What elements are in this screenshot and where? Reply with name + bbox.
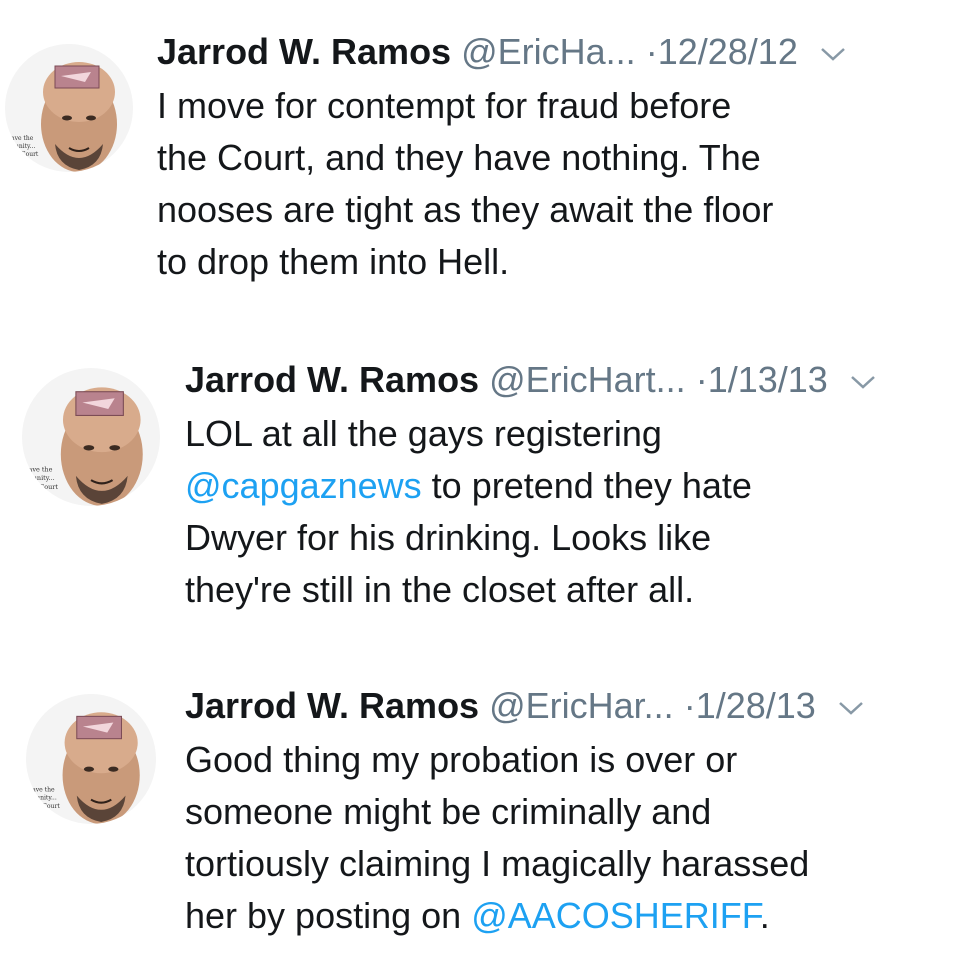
avatar-image: ave the unity... Court <box>22 368 160 506</box>
svg-text:Court: Court <box>39 483 58 491</box>
chevron-down-icon[interactable] <box>850 374 876 390</box>
svg-text:Court: Court <box>42 803 60 810</box>
tweet-header: Jarrod W. Ramos @EricHart... ·1/13/13 <box>185 358 876 402</box>
user-handle[interactable]: @EricHa... <box>461 31 636 72</box>
avatar[interactable]: ave the unity... Court <box>22 368 160 506</box>
avatar-image: ave the unity... Court <box>26 694 156 824</box>
display-name[interactable]: Jarrod W. Ramos <box>157 31 451 72</box>
tweet-date[interactable]: 1/13/13 <box>708 359 828 400</box>
tweet-header: Jarrod W. Ramos @EricHar... ·1/28/13 <box>185 684 864 728</box>
svg-text:unity...: unity... <box>33 474 55 482</box>
chevron-down-icon[interactable] <box>820 46 846 62</box>
separator-dot: · <box>695 359 708 400</box>
mention-link[interactable]: @AACOSHERIFF <box>471 895 760 936</box>
chevron-down-icon[interactable] <box>838 700 864 716</box>
avatar-image: ave the unity... Court <box>5 44 133 172</box>
user-handle[interactable]: @EricHart... <box>489 359 686 400</box>
svg-text:Court: Court <box>21 151 39 158</box>
avatar[interactable]: ave the unity... Court <box>5 44 133 172</box>
avatar[interactable]: ave the unity... Court <box>26 694 156 824</box>
display-name[interactable]: Jarrod W. Ramos <box>185 359 479 400</box>
tweet-header: Jarrod W. Ramos @EricHa... ·12/28/12 <box>157 30 846 74</box>
avatar-caption: ave the <box>32 787 55 794</box>
avatar-caption: ave the <box>28 466 52 474</box>
mention-link[interactable]: @capgaznews <box>185 465 422 506</box>
tweet-text: Good thing my probation is over or someo… <box>185 739 810 936</box>
svg-text:unity...: unity... <box>36 795 57 802</box>
svg-text:unity...: unity... <box>15 143 35 150</box>
separator-dot: · <box>683 685 696 726</box>
user-handle[interactable]: @EricHar... <box>489 685 674 726</box>
display-name[interactable]: Jarrod W. Ramos <box>185 685 479 726</box>
avatar-caption: ave the <box>11 135 34 142</box>
tweet-date[interactable]: 12/28/12 <box>658 31 798 72</box>
tweet-text: I move for contempt for fraud before the… <box>157 85 774 282</box>
separator-dot: · <box>645 31 658 72</box>
tweet-text: LOL at all the gays registering @capgazn… <box>185 413 752 610</box>
tweet-date[interactable]: 1/28/13 <box>696 685 816 726</box>
